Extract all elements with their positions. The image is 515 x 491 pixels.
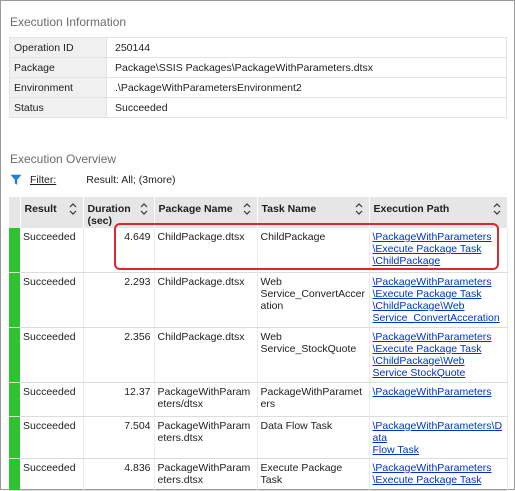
column-header-task-name[interactable]: Task Name	[257, 197, 370, 228]
filter-value: Result: All; (3more)	[86, 174, 176, 186]
execution-overview-title: Execution Overview	[10, 152, 117, 166]
package-name-cell: PackageWithParameters.dtsx	[154, 458, 258, 491]
execution-path-link[interactable]: \Execute Package Task	[373, 243, 504, 255]
success-status-indicator	[9, 327, 20, 383]
package-name-cell: PackageWithParameters.dtsx	[154, 416, 258, 459]
info-key: Environment	[9, 77, 107, 98]
task-name-cell: Execute Package Task	[257, 458, 370, 491]
execution-overview-grid: Result Duration (sec) Package Name Task …	[9, 197, 508, 491]
result-cell: Succeeded	[20, 272, 84, 328]
execution-path-link[interactable]: \Execute Package Task	[373, 343, 504, 355]
grid-header-row: Result Duration (sec) Package Name Task …	[9, 197, 508, 228]
execution-path-link[interactable]: \ChildPackage\Web	[373, 355, 504, 367]
task-name-cell: Data Flow Task	[257, 416, 370, 459]
table-row[interactable]: Succeeded 2.356 ChildPackage.dtsx Web Se…	[9, 327, 508, 383]
package-name-cell: ChildPackage.dtsx	[154, 228, 258, 273]
task-name-cell: ChildPackage	[257, 228, 370, 273]
execution-path-link[interactable]: Flow Task	[373, 444, 504, 456]
execution-path-link[interactable]: Service_ConvertAcceration	[373, 312, 504, 324]
result-cell: Succeeded	[20, 416, 84, 459]
header-label: Package Name	[158, 203, 233, 215]
task-name-cell: Web Service_ConvertAcceration	[257, 272, 370, 328]
success-status-indicator	[9, 458, 20, 491]
package-name-cell: ChildPackage.dtsx	[154, 327, 258, 383]
duration-cell: 2.293	[83, 272, 155, 328]
execution-path-link[interactable]: \PackageWithParameters	[373, 386, 504, 398]
column-header-result[interactable]: Result	[20, 197, 84, 228]
header-label: Execution Path	[373, 203, 450, 215]
execution-information-title: Execution Information	[10, 15, 127, 29]
sort-icon[interactable]	[69, 203, 77, 215]
sort-icon[interactable]	[493, 203, 501, 215]
table-row[interactable]: Succeeded 2.293 ChildPackage.dtsx Web Se…	[9, 272, 508, 328]
filter-link[interactable]: Filter:	[30, 174, 56, 186]
info-value: .\PackageWithParametersEnvironment2	[106, 77, 507, 98]
package-name-cell: PackageWithParameters/dtsx	[154, 382, 258, 417]
execution-path-link[interactable]: \PackageWithParameters	[373, 231, 504, 243]
package-name-cell: ChildPackage.dtsx	[154, 272, 258, 328]
success-status-indicator	[9, 416, 20, 459]
execution-path-link[interactable]: \ChildPackage\Web	[373, 300, 504, 312]
table-row[interactable]: Succeeded 12.37 PackageWithParameters/dt…	[9, 382, 508, 417]
execution-path-link[interactable]: \Execute Package Task	[373, 288, 504, 300]
info-row: Package Package\SSIS Packages\PackageWit…	[9, 57, 507, 78]
execution-information-table: Operation ID 250144 Package Package\SSIS…	[9, 37, 507, 118]
info-value: Succeeded	[106, 97, 507, 118]
filter-funnel-icon[interactable]	[10, 174, 22, 186]
sort-icon[interactable]	[140, 203, 148, 215]
duration-cell: 12.37	[83, 382, 155, 417]
execution-path-link[interactable]: Service StockQuote	[373, 367, 504, 379]
duration-cell: 4.836	[83, 458, 155, 491]
execution-path-link[interactable]: \PackageWithParameters\Data	[373, 420, 504, 444]
success-status-indicator	[9, 272, 20, 328]
status-header	[9, 197, 21, 228]
execution-path-link[interactable]: \PackageWithParameters	[373, 276, 504, 288]
execution-path-link[interactable]: \ChildPackage	[373, 255, 504, 267]
column-header-package-name[interactable]: Package Name	[154, 197, 258, 228]
result-cell: Succeeded	[20, 382, 84, 417]
success-status-indicator	[9, 228, 20, 273]
info-row: Status Succeeded	[9, 97, 507, 118]
column-header-duration[interactable]: Duration (sec)	[83, 197, 155, 228]
execution-path-cell: \PackageWithParameters \Execute Package …	[369, 272, 508, 328]
success-status-indicator	[9, 382, 20, 417]
execution-path-cell: \PackageWithParameters \Execute Package …	[369, 458, 508, 491]
header-label: Task Name	[261, 203, 317, 215]
duration-cell: 7.504	[83, 416, 155, 459]
info-value: 250144	[106, 37, 507, 58]
execution-path-link[interactable]: \Execute Package Task	[373, 474, 504, 486]
result-cell: Succeeded	[20, 327, 84, 383]
result-cell: Succeeded	[20, 228, 84, 273]
info-row: Environment .\PackageWithParametersEnvir…	[9, 77, 507, 98]
sort-icon[interactable]	[243, 203, 251, 215]
result-cell: Succeeded	[20, 458, 84, 491]
execution-path-cell: \PackageWithParameters \Execute Package …	[369, 327, 508, 383]
header-label: Result	[24, 203, 57, 215]
execution-path-cell: \PackageWithParameters	[369, 382, 508, 417]
info-key: Package	[9, 57, 107, 78]
info-key: Status	[9, 97, 107, 118]
duration-cell: 2.356	[83, 327, 155, 383]
table-row[interactable]: Succeeded 4.649 ChildPackage.dtsx ChildP…	[9, 228, 508, 273]
column-header-execution-path[interactable]: Execution Path	[369, 197, 508, 228]
info-value: Package\SSIS Packages\PackageWithParamet…	[106, 57, 507, 78]
report-frame: Execution Information Operation ID 25014…	[0, 0, 515, 491]
header-label: Duration (sec)	[87, 203, 131, 227]
info-key: Operation ID	[9, 37, 107, 58]
table-row[interactable]: Succeeded 4.836 PackageWithParameters.dt…	[9, 458, 508, 491]
execution-path-link[interactable]: \PackageWithParameters	[373, 331, 504, 343]
execution-path-link[interactable]: \PackageWithParameters	[373, 462, 504, 474]
info-row: Operation ID 250144	[9, 37, 507, 58]
task-name-cell: Web Service_StockQuote	[257, 327, 370, 383]
task-name-cell: PackageWithParameters	[257, 382, 370, 417]
execution-path-cell: \PackageWithParameters \Execute Package …	[369, 228, 508, 273]
filter-row: Filter: Result: All; (3more)	[10, 172, 176, 188]
sort-icon[interactable]	[355, 203, 363, 215]
execution-path-cell: \PackageWithParameters\Data Flow Task	[369, 416, 508, 459]
table-row[interactable]: Succeeded 7.504 PackageWithParameters.dt…	[9, 416, 508, 459]
duration-cell: 4.649	[83, 228, 155, 273]
